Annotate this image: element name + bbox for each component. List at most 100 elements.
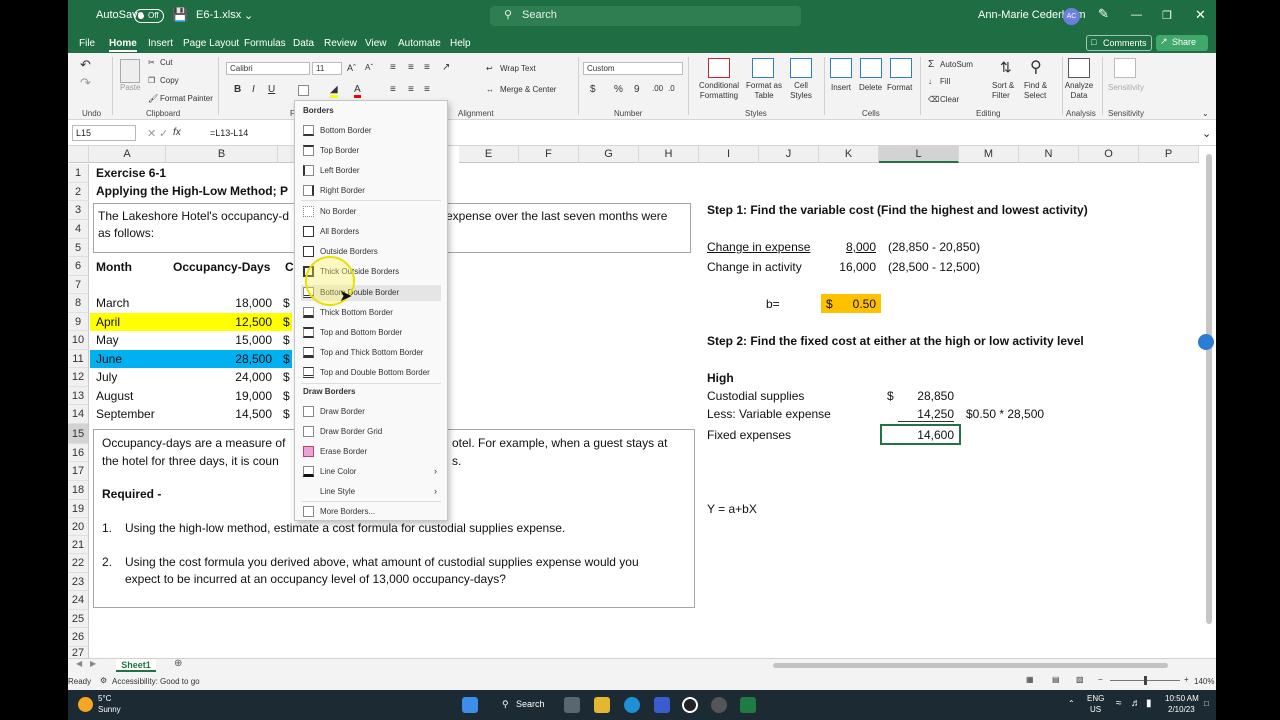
avatar[interactable]: AC — [1063, 8, 1080, 25]
orientation-icon[interactable]: ↗ — [442, 62, 450, 73]
notification-icon[interactable]: □ — [1204, 699, 1209, 708]
windows-start-icon[interactable] — [462, 697, 478, 713]
format-table-icon[interactable] — [752, 58, 774, 78]
next-sheet-icon[interactable]: ▶ — [90, 659, 96, 668]
zoom-in-icon[interactable]: + — [1184, 675, 1189, 684]
select-all-corner[interactable] — [68, 146, 89, 163]
brush-icon[interactable]: 🖌 — [148, 94, 158, 103]
align-top-icon[interactable]: ≡ — [390, 62, 396, 73]
cut-button[interactable]: Cut — [160, 58, 172, 67]
row-header[interactable]: 1 — [68, 164, 89, 183]
column-header[interactable]: E — [459, 146, 519, 163]
row-header[interactable]: 23 — [68, 573, 89, 591]
find-select-button[interactable]: Find & Select — [1024, 81, 1056, 101]
menu-item-all-borders[interactable]: All Borders — [301, 224, 441, 240]
minimize-icon[interactable]: — — [1131, 9, 1142, 21]
clock-time[interactable]: 10:50 AM — [1165, 694, 1199, 703]
column-header[interactable]: F — [519, 146, 579, 163]
spreadsheet-grid[interactable]: A B C D E F G H I J K L M N O P 1 2 3 4 … — [68, 146, 1216, 658]
cancel-icon[interactable]: ✕ — [147, 127, 156, 140]
sensitivity-button[interactable]: Sensitivity — [1108, 83, 1144, 92]
bold-icon[interactable]: B — [234, 84, 241, 95]
format-painter-button[interactable]: Format Painter — [160, 94, 213, 103]
cell-styles-button[interactable]: Cell Styles — [784, 81, 818, 101]
borders-icon[interactable] — [298, 85, 309, 96]
grow-font-icon[interactable]: Aˆ — [347, 63, 356, 73]
comma-icon[interactable]: 9 — [634, 84, 640, 95]
menu-item-draw-border[interactable]: Draw Border — [301, 404, 441, 420]
taskbar-search-label[interactable]: Search — [516, 699, 545, 709]
search-input[interactable]: ⚲ Search — [490, 6, 801, 26]
decrease-decimal-icon[interactable]: .0 — [668, 84, 675, 93]
app-icon[interactable] — [654, 697, 670, 713]
menu-item-more-borders[interactable]: More Borders... — [301, 504, 441, 520]
insert-cells-icon[interactable] — [830, 58, 852, 78]
battery-icon[interactable]: ▮ — [1146, 698, 1152, 709]
volume-icon[interactable]: ♬ — [1131, 698, 1141, 709]
menu-item-line-style[interactable]: Line Style › — [301, 484, 441, 500]
tab-review[interactable]: Review — [324, 38, 357, 49]
page-layout-view-icon[interactable]: ▤ — [1052, 675, 1060, 684]
analyze-data-button[interactable]: Analyze Data — [1064, 81, 1094, 101]
row-header[interactable]: 16 — [68, 444, 89, 462]
menu-item-erase-border[interactable]: Erase Border — [301, 444, 441, 460]
align-bottom-icon[interactable]: ≡ — [424, 62, 430, 73]
wrap-text-button[interactable]: Wrap Text — [500, 64, 536, 73]
row-header[interactable]: 6 — [68, 257, 89, 276]
accessibility-status[interactable]: Accessibility: Good to go — [112, 677, 200, 686]
obs-icon[interactable] — [682, 697, 698, 713]
row-header[interactable]: 19 — [68, 500, 89, 518]
row-header[interactable]: 26 — [68, 628, 89, 647]
column-header[interactable]: G — [579, 146, 639, 163]
tab-formulas[interactable]: Formulas — [244, 38, 286, 49]
fill-button[interactable]: Fill — [940, 77, 950, 86]
collapse-ribbon-icon[interactable]: ⌄ — [1202, 109, 1209, 118]
row-header[interactable]: 4 — [68, 220, 89, 239]
tab-file[interactable]: File — [79, 38, 95, 49]
check-icon[interactable]: ✓ — [159, 127, 168, 140]
close-icon[interactable]: ✕ — [1195, 7, 1206, 23]
horizontal-scrollbar[interactable] — [773, 663, 1168, 668]
cell-styles-icon[interactable] — [790, 58, 812, 78]
redo-icon[interactable]: ↷ — [80, 75, 91, 91]
sensitivity-icon[interactable] — [1114, 58, 1136, 78]
clipboard-icon[interactable] — [120, 59, 140, 83]
font-color-icon[interactable]: A — [354, 84, 361, 98]
language-code[interactable]: ENG — [1087, 694, 1104, 703]
fill-color-icon[interactable]: ◢ — [330, 84, 338, 98]
font-name-select[interactable]: Calibri — [226, 62, 310, 75]
page-break-view-icon[interactable]: ▧ — [1076, 675, 1084, 684]
align-center-icon[interactable]: ≡ — [408, 84, 414, 95]
sort-filter-button[interactable]: Sort & Filter — [992, 81, 1022, 101]
menu-item-thick-bottom-border[interactable]: Thick Bottom Border — [301, 305, 441, 321]
wrap-text-icon[interactable]: ↩ — [486, 64, 493, 73]
save-icon[interactable]: 💾 — [172, 7, 188, 23]
add-sheet-icon[interactable]: ⊕ — [174, 658, 182, 669]
menu-item-top-border[interactable]: Top Border — [301, 143, 441, 159]
align-right-icon[interactable]: ≡ — [424, 84, 430, 95]
row-header[interactable]: 7 — [68, 276, 89, 294]
taskbar-search-icon[interactable]: ⚲ — [502, 699, 509, 710]
column-header[interactable]: J — [759, 146, 819, 163]
tab-data[interactable]: Data — [293, 38, 314, 49]
align-middle-icon[interactable]: ≡ — [408, 62, 414, 73]
chevron-up-icon[interactable]: ⌃ — [1068, 699, 1075, 708]
tab-home[interactable]: Home — [109, 38, 137, 52]
undo-icon[interactable]: ↶ — [80, 57, 91, 73]
fill-icon[interactable]: ↓ — [928, 77, 932, 86]
align-left-icon[interactable]: ≡ — [390, 84, 396, 95]
normal-view-icon[interactable]: ▦ — [1026, 675, 1034, 684]
row-header[interactable]: 25 — [68, 610, 89, 628]
column-header[interactable]: P — [1139, 146, 1199, 163]
conditional-formatting-icon[interactable] — [708, 58, 730, 78]
paste-button[interactable]: Paste — [120, 83, 140, 92]
zoom-out-icon[interactable]: − — [1098, 675, 1103, 684]
autosum-button[interactable]: AutoSum — [940, 60, 973, 69]
font-size-select[interactable]: 11 — [312, 62, 342, 75]
menu-item-draw-border-grid[interactable]: Draw Border Grid — [301, 424, 441, 440]
expand-formula-icon[interactable]: ⌄ — [1202, 127, 1211, 140]
increase-decimal-icon[interactable]: .00 — [652, 84, 663, 93]
row-header[interactable]: 14 — [68, 405, 89, 424]
tab-view[interactable]: View — [365, 38, 387, 49]
file-explorer-icon[interactable] — [594, 697, 610, 713]
